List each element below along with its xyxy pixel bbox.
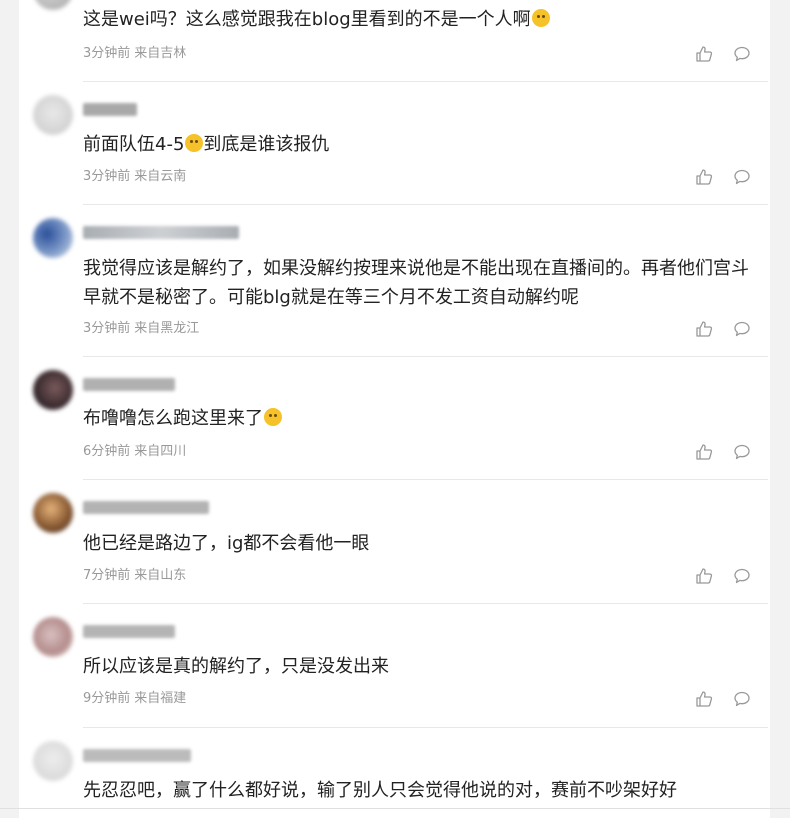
comment-location: 来自云南 [134, 169, 187, 184]
avatar[interactable] [33, 218, 73, 258]
tears-of-joy-emoji-icon [264, 408, 282, 426]
avatar[interactable] [33, 370, 73, 410]
thumbs-up-icon[interactable] [695, 45, 713, 63]
comment-location: 来自四川 [134, 444, 187, 459]
comment-meta: 7分钟前 来自山东 [83, 568, 186, 584]
comment-item: 他已经是路边了，ig都不会看他一眼 7分钟前 来自山东 [19, 479, 770, 603]
comment-location: 来自山东 [134, 568, 187, 583]
comment-bubble-icon[interactable] [733, 443, 751, 461]
username-blurred[interactable] [83, 749, 191, 762]
comment-time: 6分钟前 [83, 444, 131, 459]
avatar[interactable] [33, 95, 73, 135]
comment-text: 前面队伍4-5 到底是谁该报仇 [83, 134, 330, 155]
thumbs-up-icon[interactable] [695, 443, 713, 461]
comment-item: 我觉得应该是解约了，如果没解约按理来说他是不能出现在直播间的。再者他们宫斗早就不… [19, 204, 770, 356]
bottom-border [0, 808, 790, 809]
thumbs-up-icon[interactable] [695, 168, 713, 186]
comment-text: 他已经是路边了，ig都不会看他一眼 [83, 533, 370, 554]
comment-text: 布噜噜怎么跑这里来了 [83, 404, 753, 433]
comment-bubble-icon[interactable] [733, 45, 751, 63]
username-blurred[interactable] [83, 103, 137, 116]
comment-item: 这是wei吗？这么感觉跟我在blog里看到的不是一个人啊 3分钟前 来自吉林 [19, 0, 770, 80]
avatar[interactable] [33, 617, 73, 657]
comment-text: 这是wei吗？这么感觉跟我在blog里看到的不是一个人啊 [83, 5, 753, 34]
username-blurred[interactable] [83, 378, 175, 391]
comment-meta: 3分钟前 来自黑龙江 [83, 321, 199, 337]
comment-location: 来自吉林 [134, 46, 187, 61]
comment-text: 所以应该是真的解约了，只是没发出来 [83, 656, 389, 677]
comment-time: 3分钟前 [83, 46, 131, 61]
thinking-emoji-icon [185, 134, 204, 152]
comment-text: 我觉得应该是解约了，如果没解约按理来说他是不能出现在直播间的。再者他们宫斗早就不… [83, 258, 749, 308]
divider [83, 603, 768, 604]
comment-item: 先忍忍吧，赢了什么都好说，输了别人只会觉得他说的对，赛前不吵架好好 [19, 727, 770, 818]
username-blurred[interactable] [83, 625, 175, 638]
divider [83, 204, 768, 205]
comment-meta: 9分钟前 来自福建 [83, 691, 186, 707]
comment-list: 这是wei吗？这么感觉跟我在blog里看到的不是一个人啊 3分钟前 来自吉林 前面… [19, 0, 770, 818]
thumbs-up-icon[interactable] [695, 690, 713, 708]
comment-item: 所以应该是真的解约了，只是没发出来 9分钟前 来自福建 [19, 603, 770, 727]
divider [83, 727, 768, 728]
comment-meta: 3分钟前 来自云南 [83, 169, 186, 185]
comment-time: 7分钟前 [83, 568, 131, 583]
divider [83, 81, 768, 82]
comment-meta: 3分钟前 来自吉林 [83, 46, 186, 62]
comment-time: 3分钟前 [83, 321, 131, 336]
comment-time: 3分钟前 [83, 169, 131, 184]
avatar[interactable] [33, 493, 73, 533]
comment-item: 布噜噜怎么跑这里来了 6分钟前 来自四川 [19, 356, 770, 479]
comment-bubble-icon[interactable] [733, 320, 751, 338]
comment-time: 9分钟前 [83, 691, 131, 706]
comment-location: 来自黑龙江 [134, 321, 200, 336]
comment-bubble-icon[interactable] [733, 567, 751, 585]
comment-meta: 6分钟前 来自四川 [83, 444, 186, 460]
thumbs-up-icon[interactable] [695, 320, 713, 338]
username-blurred[interactable] [83, 226, 239, 239]
avatar[interactable] [33, 741, 73, 781]
divider [83, 479, 768, 480]
username-blurred[interactable] [83, 501, 209, 514]
comment-bubble-icon[interactable] [733, 690, 751, 708]
comment-location: 来自福建 [134, 691, 187, 706]
comment-item: 前面队伍4-5 到底是谁该报仇 3分钟前 来自云南 [19, 81, 770, 204]
thumbs-up-icon[interactable] [695, 567, 713, 585]
comment-text: 先忍忍吧，赢了什么都好说，输了别人只会觉得他说的对，赛前不吵架好好 [83, 780, 677, 801]
comment-bubble-icon[interactable] [733, 168, 751, 186]
divider [83, 356, 768, 357]
laughing-sweat-emoji-icon [531, 9, 550, 27]
avatar[interactable] [33, 0, 73, 10]
